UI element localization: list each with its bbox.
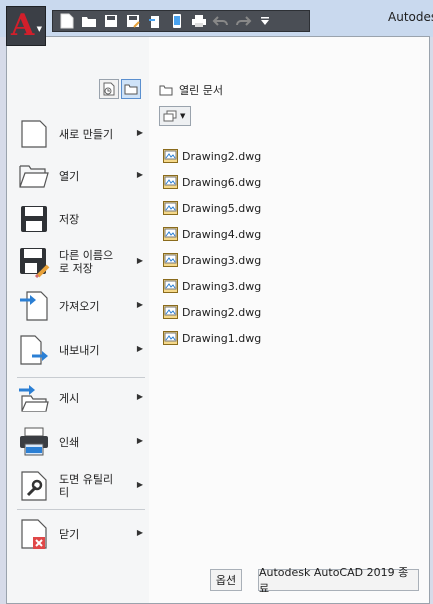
- chevron-right-icon: ▶: [136, 256, 143, 265]
- qat-customize-icon[interactable]: [255, 12, 275, 30]
- export-icon: [17, 333, 51, 367]
- menu-item-open[interactable]: 열기 ▶: [17, 159, 145, 193]
- menu-item-label: 가져오기: [59, 299, 100, 313]
- document-name: Drawing3.dwg: [182, 253, 262, 267]
- document-name: Drawing1.dwg: [182, 331, 262, 345]
- view-options-dropdown[interactable]: ▼: [159, 106, 191, 126]
- document-name: Drawing2.dwg: [182, 149, 262, 163]
- dwg-file-icon: [163, 201, 178, 215]
- open-folder-icon: [17, 159, 51, 193]
- chevron-right-icon: ▶: [136, 528, 143, 537]
- document-item[interactable]: Drawing6.dwg: [163, 175, 261, 189]
- menu-item-close[interactable]: 닫기 ▶: [17, 517, 145, 551]
- menu-item-save-as[interactable]: 다른 이름으 로 저장 ▶: [17, 245, 145, 279]
- chevron-right-icon: ▶: [136, 128, 143, 137]
- menu-item-import[interactable]: 가져오기 ▶: [17, 289, 145, 323]
- title-bar: A ▼ Autodes: [0, 0, 433, 46]
- document-name: Drawing3.dwg: [182, 279, 262, 293]
- dwg-file-icon: [163, 149, 178, 163]
- recent-documents-icon: [103, 82, 115, 96]
- recent-documents-button[interactable]: [99, 79, 119, 99]
- chevron-down-icon: ▼: [180, 112, 186, 120]
- document-item[interactable]: Drawing4.dwg: [163, 227, 261, 241]
- menu-right-pane: 열린 문서 ▼ Drawing2.dwg Drawing6.dwg Drawin…: [149, 37, 429, 603]
- document-name: Drawing2.dwg: [182, 305, 262, 319]
- document-item[interactable]: Drawing2.dwg: [163, 149, 261, 163]
- autocad-logo-icon: A: [11, 8, 35, 43]
- view-icons-icon: [163, 110, 177, 122]
- import-icon: [17, 289, 51, 323]
- menu-item-label: 새로 만들기: [59, 127, 114, 141]
- window-title: Autodes: [388, 10, 433, 24]
- document-item[interactable]: Drawing2.dwg: [163, 305, 261, 319]
- menu-item-label: 내보내기: [59, 343, 100, 357]
- document-item[interactable]: Drawing5.dwg: [163, 201, 261, 215]
- save-icon: [17, 202, 51, 236]
- menu-left-pane: 새로 만들기 ▶ 열기 ▶ 저장 다른 이름으 로 저장 ▶ 가져오기 ▶ 내보…: [7, 37, 149, 603]
- qat-mobile-icon[interactable]: [167, 12, 187, 30]
- save-as-icon: [17, 245, 51, 279]
- menu-item-print[interactable]: 인쇄 ▶: [17, 425, 145, 459]
- menu-item-drawing-utilities[interactable]: 도면 유틸리 티 ▶: [17, 469, 145, 503]
- heading-label: 열린 문서: [179, 84, 223, 97]
- options-button[interactable]: 옵션: [210, 569, 242, 591]
- document-name: Drawing4.dwg: [182, 227, 262, 241]
- close-document-icon: [17, 517, 51, 551]
- open-documents-icon: [124, 84, 138, 95]
- qat-redo-icon[interactable]: [233, 12, 253, 30]
- chevron-right-icon: ▶: [136, 300, 143, 309]
- new-document-icon: [17, 117, 51, 151]
- menu-item-label: 도면 유틸리 티: [59, 473, 114, 499]
- menu-item-label: 게시: [59, 391, 80, 405]
- dwg-file-icon: [163, 253, 178, 267]
- chevron-right-icon: ▶: [136, 480, 143, 489]
- document-item[interactable]: Drawing3.dwg: [163, 253, 261, 267]
- qat-save-icon[interactable]: [101, 12, 121, 30]
- menu-item-publish[interactable]: 게시 ▶: [17, 381, 145, 415]
- menu-item-export[interactable]: 내보내기 ▶: [17, 333, 145, 367]
- menu-divider: [17, 377, 145, 378]
- qat-print-icon[interactable]: [189, 12, 209, 30]
- quick-access-toolbar: [52, 10, 310, 32]
- menu-item-label: 닫기: [59, 527, 80, 541]
- menu-divider: [17, 509, 145, 510]
- document-item[interactable]: Drawing1.dwg: [163, 331, 261, 345]
- chevron-down-icon: ▼: [36, 25, 42, 33]
- chevron-right-icon: ▶: [136, 170, 143, 179]
- drawing-utilities-icon: [17, 469, 51, 503]
- qat-new-icon[interactable]: [57, 12, 77, 30]
- menu-item-label: 저장: [59, 212, 80, 226]
- dwg-file-icon: [163, 305, 178, 319]
- qat-save-as-icon[interactable]: [123, 12, 143, 30]
- open-documents-button[interactable]: [121, 79, 141, 99]
- application-menu-button[interactable]: A ▼: [6, 6, 46, 46]
- chevron-right-icon: ▶: [136, 392, 143, 401]
- print-icon: [17, 425, 51, 459]
- menu-item-label: 다른 이름으 로 저장: [59, 249, 114, 275]
- dwg-file-icon: [163, 175, 178, 189]
- dwg-file-icon: [163, 227, 178, 241]
- dwg-file-icon: [163, 331, 178, 345]
- dwg-file-icon: [163, 279, 178, 293]
- document-item[interactable]: Drawing3.dwg: [163, 279, 261, 293]
- document-name: Drawing5.dwg: [182, 201, 262, 215]
- menu-item-save[interactable]: 저장: [17, 202, 145, 236]
- qat-open-icon[interactable]: [79, 12, 99, 30]
- menu-item-label: 인쇄: [59, 435, 80, 449]
- publish-icon: [17, 381, 51, 415]
- menu-item-label: 열기: [59, 169, 80, 183]
- application-menu: 새로 만들기 ▶ 열기 ▶ 저장 다른 이름으 로 저장 ▶ 가져오기 ▶ 내보…: [6, 36, 430, 604]
- exit-autocad-button[interactable]: Autodesk AutoCAD 2019 종료: [258, 566, 419, 595]
- document-name: Drawing6.dwg: [182, 175, 262, 189]
- open-documents-heading: 열린 문서: [159, 82, 223, 98]
- qat-publish-icon[interactable]: [145, 12, 165, 30]
- qat-undo-icon[interactable]: [211, 12, 231, 30]
- menu-item-new[interactable]: 새로 만들기 ▶: [17, 117, 145, 151]
- folder-icon: [159, 85, 173, 96]
- chevron-right-icon: ▶: [136, 344, 143, 353]
- chevron-right-icon: ▶: [136, 436, 143, 445]
